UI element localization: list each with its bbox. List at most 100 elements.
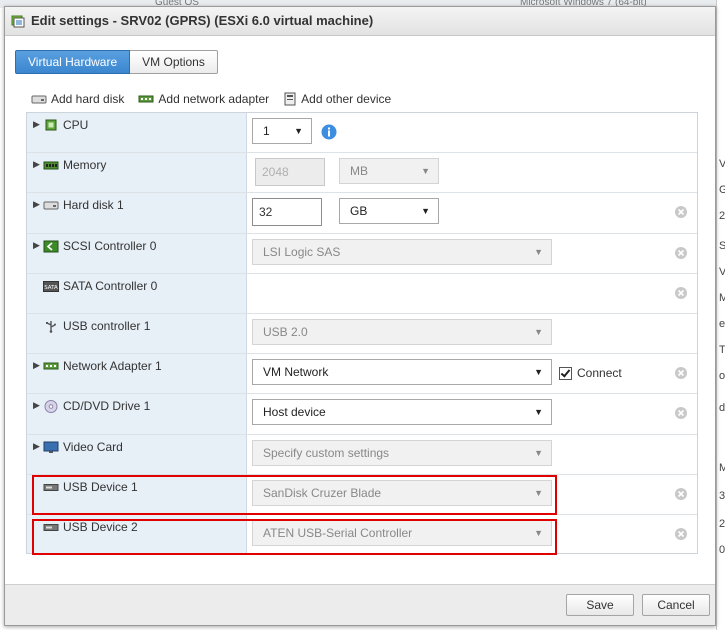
device-label-cell: ▶ Video Card [27,434,247,474]
expand-arrow-icon[interactable]: ▶ [33,360,40,371]
disk-unit-select[interactable]: GB ▼ [339,198,439,225]
sata-badge-text: SATA [44,285,58,291]
cpu-count-select[interactable]: 1 ▼ [252,118,312,144]
tab-bar: Virtual Hardware VM Options [15,50,218,74]
device-label-cell: ▶ Memory [27,153,247,193]
add-network-adapter-label: Add network adapter [158,92,270,106]
chevron-down-icon: ▼ [534,367,543,378]
add-other-device-button[interactable]: Add other device [283,92,391,106]
usb-controller-type-select[interactable]: USB 2.0 ▼ [252,318,552,345]
usb-device-1-value: SanDisk Cruzer Blade [263,485,382,500]
cd-dvd-icon [44,400,58,414]
hard-disk-icon [31,95,47,104]
remove-device-icon[interactable] [675,527,687,540]
chevron-down-icon: ▼ [534,527,543,538]
other-device-icon [284,92,296,106]
scsi-icon [43,240,59,253]
background-letter: V [719,266,725,278]
usb-device-1-select[interactable]: SanDisk Cruzer Blade ▼ [252,479,552,506]
memory-size-input[interactable]: 2048 [255,158,325,187]
remove-device-icon[interactable] [675,206,687,219]
device-name: SCSI Controller 0 [63,238,157,253]
add-device-bar: Add hard disk Add network adapter Add ot… [31,92,391,106]
usb-icon [46,320,56,333]
usb-device-2-value: ATEN USB-Serial Controller [263,525,413,540]
video-card-icon [43,441,59,453]
background-letter: M [719,462,725,474]
cd-dvd-media-value: Host device [263,405,326,420]
video-card-settings-select[interactable]: Specify custom settings ▼ [252,439,552,466]
device-label-cell: ▶ Hard disk 1 [27,193,247,233]
device-row-scsi-controller-0: ▶ SCSI Controller 0 LSI Logic SAS ▼ [27,233,697,274]
expand-arrow-icon[interactable]: ▶ [33,159,40,170]
remove-device-icon[interactable] [675,407,687,420]
background-letter: V [719,158,725,170]
device-label-cell: ▶ CPU [27,113,247,153]
expand-arrow-icon[interactable]: ▶ [33,199,40,210]
cpu-count-value: 1 [263,124,270,138]
usb-device-2-select[interactable]: ATEN USB-Serial Controller ▼ [252,519,552,546]
remove-device-icon[interactable] [675,246,687,259]
device-row-video-card: ▶ Video Card Specify custom settings ▼ [27,434,697,475]
device-value-cell: 2048 MB ▼ [247,153,697,192]
background-letter: M [719,292,725,304]
device-value-cell: Host device ▼ [247,394,697,433]
chevron-down-icon: ▼ [534,407,543,418]
remove-device-icon[interactable] [675,286,687,299]
remove-device-icon[interactable] [675,367,687,380]
add-hard-disk-button[interactable]: Add hard disk [31,92,124,106]
device-label-cell: USB Device 2 [27,514,247,553]
disk-size-input[interactable]: 32 [252,198,322,227]
device-value-cell: LSI Logic SAS ▼ [247,234,697,273]
chevron-down-icon: ▼ [534,447,543,458]
chevron-down-icon: ▼ [421,166,430,177]
device-name: Network Adapter 1 [63,359,162,374]
connect-checkbox[interactable] [559,366,572,380]
expand-arrow-icon[interactable]: ▶ [33,240,40,251]
scsi-type-select[interactable]: LSI Logic SAS ▼ [252,238,552,265]
add-network-adapter-button[interactable]: Add network adapter [138,92,269,106]
tab-vm-options[interactable]: VM Options [130,50,218,74]
info-icon[interactable] [321,124,337,140]
device-name: Video Card [63,439,123,454]
dialog-titlebar[interactable]: Edit settings - SRV02 (GPRS) (ESXi 6.0 v… [5,7,715,36]
sata-icon: SATA [43,280,59,292]
device-row-hard-disk-1: ▶ Hard disk 1 32 GB ▼ [27,193,697,234]
save-button[interactable]: Save [566,594,634,616]
device-label-cell: USB controller 1 [27,313,247,354]
chevron-down-icon: ▼ [421,206,430,217]
scsi-type-value: LSI Logic SAS [263,244,341,259]
background-letter: 2 [719,210,725,222]
expand-arrow-icon[interactable]: ▶ [33,119,40,130]
device-row-usb-device-1: USB Device 1 SanDisk Cruzer Blade ▼ [27,474,697,515]
device-value-cell: USB 2.0 ▼ [247,314,697,353]
usb-device-icon [43,483,59,491]
background-letter: e [719,318,725,330]
chevron-down-icon: ▼ [534,487,543,498]
network-select[interactable]: VM Network ▼ [252,359,552,386]
usb-controller-type-value: USB 2.0 [263,324,308,339]
connect-checkbox-group[interactable]: Connect [559,366,622,380]
device-value-cell: 1 ▼ [247,113,697,152]
device-label-cell: USB Device 1 [27,474,247,514]
cancel-button[interactable]: Cancel [642,594,710,616]
device-value-cell [247,274,697,313]
tab-virtual-hardware[interactable]: Virtual Hardware [15,50,131,74]
cd-dvd-media-select[interactable]: Host device ▼ [252,399,552,426]
device-value-cell: SanDisk Cruzer Blade ▼ [247,475,697,514]
edit-settings-dialog: Edit settings - SRV02 (GPRS) (ESXi 6.0 v… [4,6,716,626]
disk-unit-value: GB [350,204,368,219]
device-name: USB Device 2 [63,519,138,534]
device-row-usb-controller-1: USB controller 1 USB 2.0 ▼ [27,313,697,355]
device-name: USB Device 1 [63,479,138,494]
device-name: USB controller 1 [63,318,151,333]
memory-unit-select[interactable]: MB ▼ [339,158,439,185]
memory-icon [43,161,59,170]
background-letter: 3 [719,490,725,502]
device-label-cell: ▶ CD/DVD Drive 1 [27,394,247,434]
chevron-down-icon: ▼ [534,246,543,257]
expand-arrow-icon[interactable]: ▶ [33,441,40,452]
expand-arrow-icon[interactable]: ▶ [33,400,40,411]
remove-device-icon[interactable] [675,487,687,500]
device-value-cell: VM Network ▼ Connect [247,354,697,393]
